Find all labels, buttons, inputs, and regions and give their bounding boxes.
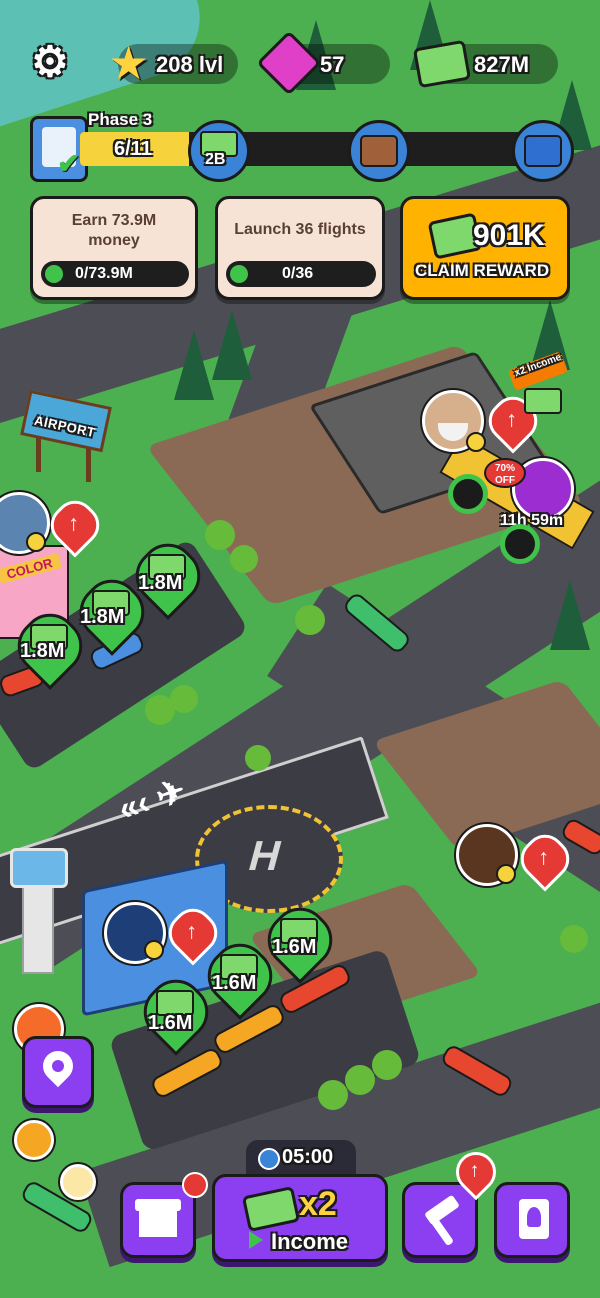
settings-button[interactable]: ⚙ — [28, 40, 72, 84]
tree — [550, 580, 590, 650]
bush — [560, 925, 588, 953]
claim-label: CLAIM REWARD — [415, 261, 550, 280]
manager-icon — [144, 940, 164, 960]
shop-notification-dot — [182, 1172, 208, 1198]
phase-progress-bar: 6/11 — [80, 132, 550, 166]
beard-icon — [438, 423, 468, 441]
bush — [205, 520, 235, 550]
task-progress-text: 0/36 — [282, 265, 314, 282]
money-pin[interactable]: 1.6M — [132, 968, 220, 1058]
money-value: 827M — [474, 52, 530, 77]
chest-icon — [360, 135, 398, 167]
up-arrow-icon: ↑ — [186, 918, 198, 944]
up-arrow-icon: ↑ — [68, 510, 80, 536]
money-pin[interactable]: 1.8M — [68, 568, 156, 658]
money-pin-value: 1.8M — [20, 640, 65, 662]
phase-progress-text: 6/11 — [114, 138, 152, 160]
task-card-earn[interactable]: Earn 73.9M money 0/73.9M — [30, 196, 198, 300]
money-pin-value: 1.8M — [138, 572, 183, 594]
tree — [174, 330, 214, 400]
clock-icon — [258, 1148, 280, 1170]
gear-icon: ⚙ — [31, 38, 69, 85]
cash-stack-icon — [412, 39, 472, 89]
level-value: 208 lvl — [156, 52, 224, 77]
phase-reward-cash-value: 2B — [205, 151, 226, 168]
production-timer-icon — [500, 524, 540, 564]
boost-timer-text: 05:00 — [282, 1146, 334, 1168]
manager-icon — [26, 532, 46, 552]
offer-badge: 70% OFF — [484, 458, 526, 488]
cash-icon — [524, 388, 562, 414]
level-counter[interactable]: ★ 208 lvl — [108, 37, 238, 89]
boost-timer: 05:00 — [246, 1140, 356, 1174]
money-counter[interactable]: 827M — [412, 39, 558, 89]
gingerbread-icon[interactable] — [14, 1120, 54, 1160]
money-pin[interactable]: 1.6M — [196, 932, 284, 1022]
task-title: Earn 73.9M money — [71, 212, 157, 249]
progress-dot-icon — [230, 265, 248, 283]
bush — [318, 1080, 348, 1110]
income-boost-badge[interactable]: x2 Income — [504, 351, 574, 418]
bush — [170, 685, 198, 713]
cards-button[interactable] — [494, 1182, 570, 1258]
map-location-button[interactable] — [22, 1036, 94, 1108]
checkmark-icon: ✔ — [57, 148, 81, 179]
task-progress-bar: 0/73.9M — [41, 261, 189, 287]
up-arrow-icon: ↑ — [538, 844, 550, 870]
star-icon: ★ — [108, 37, 150, 89]
money-pin[interactable]: 1.6M — [256, 896, 344, 986]
shop-awning — [135, 1199, 181, 1211]
manager-icon — [496, 864, 516, 884]
color-shop-sign: COLOR — [0, 553, 62, 584]
bush — [245, 745, 271, 771]
manager-icon — [466, 432, 486, 452]
airport-sign: AIRPORT — [20, 389, 112, 453]
chest-icon — [524, 135, 562, 167]
location-pin-dot — [52, 1060, 64, 1072]
money-pin-value: 1.6M — [212, 972, 257, 994]
phase-title: Phase 3 — [88, 110, 153, 129]
task-progress-text: 0/73.9M — [75, 265, 133, 282]
airport-sign-post — [86, 448, 91, 482]
bush — [372, 1050, 402, 1080]
play-icon — [249, 1231, 263, 1249]
gem-value: 57 — [320, 52, 345, 77]
money-pin-value: 1.6M — [272, 936, 317, 958]
money-pin[interactable]: 1.8M — [6, 602, 94, 692]
potion-icon[interactable] — [60, 1164, 96, 1200]
production-timer-icon — [448, 474, 488, 514]
claim-reward-button[interactable]: 901K CLAIM REWARD — [400, 196, 570, 300]
boost-multiplier: x2 — [299, 1185, 337, 1223]
bush — [230, 545, 258, 573]
up-arrow-icon: ↑ — [469, 1159, 480, 1182]
progress-dot-icon — [45, 265, 63, 283]
bush — [345, 1065, 375, 1095]
task-progress-bar: 0/36 — [226, 261, 376, 287]
gem-counter[interactable]: 57 — [256, 30, 390, 96]
task-title: Launch 36 flights — [234, 221, 366, 238]
income-boost-button[interactable]: x2 Income — [212, 1174, 388, 1262]
control-tower-top — [10, 848, 68, 888]
money-pin-value: 1.8M — [80, 606, 125, 628]
phase-reward-chest-wood[interactable] — [348, 120, 410, 182]
cards-icon-portrait — [527, 1207, 541, 1227]
phase-reward-chest-blue[interactable] — [512, 120, 574, 182]
build-button[interactable] — [402, 1182, 478, 1258]
claim-amount: 901K — [473, 219, 545, 252]
task-card-flights[interactable]: Launch 36 flights 0/36 — [215, 196, 385, 300]
airport-sign-post — [36, 438, 41, 472]
cash-stack-icon — [241, 1185, 301, 1233]
money-pin-value: 1.6M — [148, 1012, 193, 1034]
tree — [212, 310, 252, 380]
phase-reward-cash[interactable]: 2B — [188, 120, 250, 182]
boost-label: Income — [271, 1229, 349, 1254]
bush — [295, 605, 325, 635]
